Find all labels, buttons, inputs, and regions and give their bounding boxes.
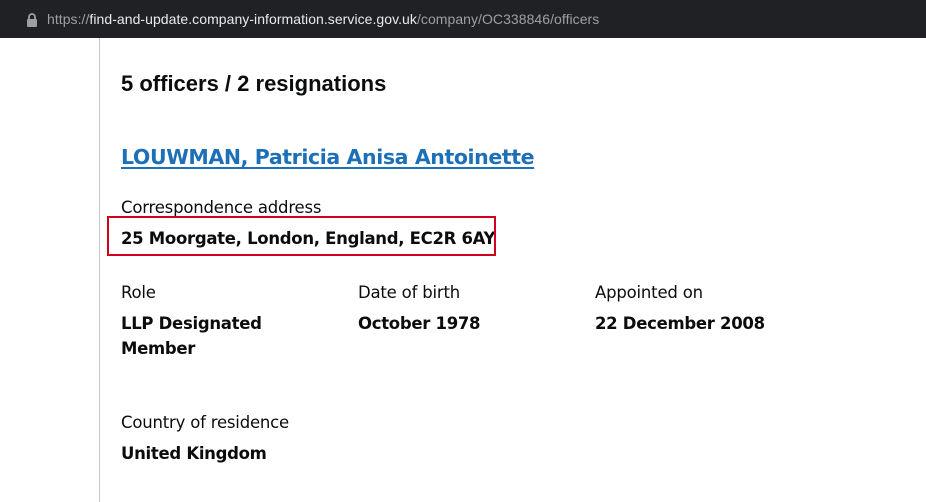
url-path: /company/OC338846/officers <box>416 11 600 27</box>
appointed-on-value: 22 December 2008 <box>595 314 765 333</box>
content-divider <box>99 38 100 502</box>
country-of-residence-label: Country of residence <box>121 413 290 432</box>
appointed-on-label: Appointed on <box>595 283 703 302</box>
url-host: find-and-update.company-information.serv… <box>89 11 417 27</box>
url-text[interactable]: https://find-and-update.company-informat… <box>47 11 599 27</box>
date-of-birth-label: Date of birth <box>358 283 460 302</box>
url-scheme: https:// <box>47 11 90 27</box>
country-of-residence-value: United Kingdom <box>121 444 267 463</box>
officer-name-link[interactable]: LOUWMAN, Patricia Anisa Antoinette <box>121 145 535 169</box>
role-label: Role <box>121 283 156 302</box>
highlight-annotation-box <box>107 216 496 256</box>
browser-address-bar[interactable]: https://find-and-update.company-informat… <box>0 0 926 38</box>
lock-icon[interactable] <box>26 12 38 27</box>
role-value: LLP Designated Member <box>121 314 262 358</box>
correspondence-address-label: Correspondence address <box>121 198 322 217</box>
date-of-birth-value: October 1978 <box>358 314 481 333</box>
page-title: 5 officers / 2 resignations <box>121 71 387 96</box>
